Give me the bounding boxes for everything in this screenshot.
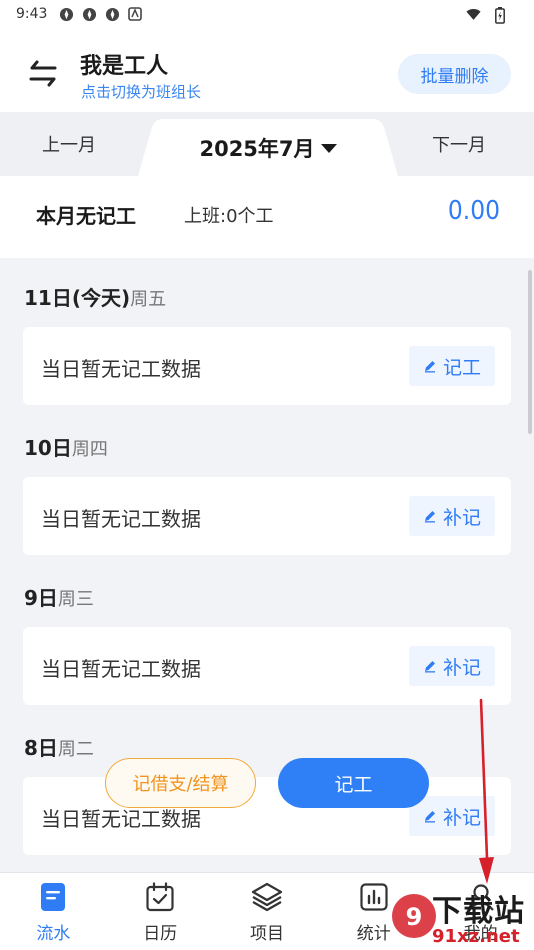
watermark-url: 91xz.net: [432, 926, 520, 947]
pencil-icon: [423, 659, 437, 673]
summary-title: 本月无记工: [36, 204, 136, 228]
watermark-text: 下载站: [432, 894, 525, 929]
app-notification-icon: [128, 6, 143, 22]
record-work-fab[interactable]: 记工: [278, 758, 429, 808]
day-card: 当日暂无记工数据 补记: [23, 477, 511, 555]
empty-record-text: 当日暂无记工数据: [41, 657, 201, 681]
month-summary: 本月无记工 上班:0个工 0.00: [0, 176, 534, 258]
role-title: 我是工人: [80, 54, 169, 79]
layers-icon: [251, 881, 283, 913]
day-card: 当日暂无记工数据 补记: [23, 627, 511, 705]
month-navigation: 上一月 2025年7月 下一月: [0, 112, 534, 176]
month-selector[interactable]: 2025年7月: [138, 119, 398, 176]
supplement-record-button[interactable]: 补记: [409, 646, 495, 686]
notification-icon: [59, 7, 74, 22]
record-work-button[interactable]: 记工: [409, 346, 495, 386]
day-card: 当日暂无记工数据 记工: [23, 327, 511, 405]
notification-icon: [82, 7, 97, 22]
pencil-icon: [423, 359, 437, 373]
wifi-icon: [466, 7, 481, 22]
tab-label: 统计: [356, 924, 391, 944]
pencil-icon: [423, 509, 437, 523]
scrollbar[interactable]: [528, 270, 532, 434]
empty-record-text: 当日暂无记工数据: [41, 507, 201, 531]
tab-label: 流水: [36, 924, 71, 944]
header: 我是工人 点击切换为班组长 批量删除: [0, 28, 534, 112]
summary-work-count: 上班:0个工: [184, 206, 274, 227]
caret-down-icon: [320, 144, 337, 153]
day-card: 当日暂无记工数据 补记: [23, 777, 511, 855]
current-month-label: 2025年7月: [199, 136, 315, 161]
tab-label: 日历: [143, 924, 178, 944]
switch-role-link[interactable]: 点击切换为班组长: [81, 81, 201, 102]
empty-record-text: 当日暂无记工数据: [41, 357, 201, 381]
tab-calendar[interactable]: 日历: [107, 873, 214, 950]
next-month-button[interactable]: 下一月: [432, 112, 486, 176]
day-header: 8日周二: [24, 736, 94, 760]
swap-role-icon[interactable]: [24, 54, 62, 92]
battery-icon: [495, 6, 510, 24]
tab-projects[interactable]: 项目: [214, 873, 321, 950]
day-list[interactable]: 11日(今天)周五 当日暂无记工数据 记工 10日周四 当日暂无记工数据 补记 …: [0, 258, 534, 872]
batch-delete-button[interactable]: 批量删除: [398, 54, 511, 94]
summary-amount: 0.00: [447, 196, 500, 226]
calendar-icon: [144, 881, 176, 913]
day-header: 11日(今天)周五: [24, 286, 167, 310]
day-header: 9日周三: [24, 586, 94, 610]
annotation-arrow: [479, 698, 494, 884]
pencil-icon: [423, 809, 437, 823]
status-bar: 9:43: [0, 0, 534, 28]
supplement-record-button[interactable]: 补记: [409, 496, 495, 536]
prev-month-button[interactable]: 上一月: [42, 112, 96, 176]
status-time: 9:43: [16, 6, 48, 22]
chart-icon: [358, 881, 390, 913]
day-header: 10日周四: [24, 436, 108, 460]
tab-flow[interactable]: 流水: [0, 873, 107, 950]
notification-icon: [105, 7, 120, 22]
svg-text:9: 9: [406, 903, 423, 931]
record-loan-settlement-button[interactable]: 记借支/结算: [105, 758, 256, 808]
document-icon: [37, 881, 69, 913]
tab-label: 项目: [249, 924, 284, 944]
